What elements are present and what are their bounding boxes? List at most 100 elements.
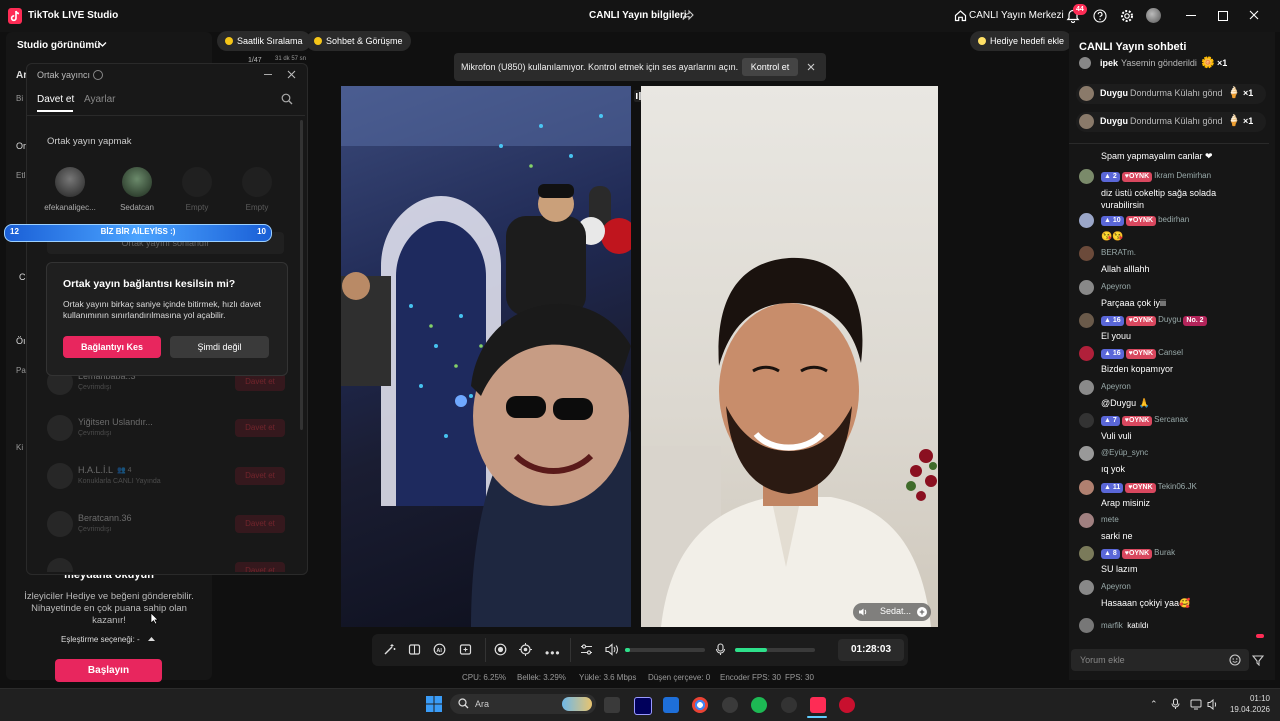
close-icon[interactable] [1249, 10, 1259, 20]
tray-volume-icon[interactable] [1207, 699, 1219, 710]
search-icon[interactable] [281, 93, 293, 105]
check-button[interactable]: Kontrol et [742, 58, 798, 76]
close-panel-icon[interactable] [287, 70, 296, 79]
empty-user-icon [182, 167, 212, 197]
chevron-up-icon[interactable] [148, 636, 155, 642]
speaker-icon[interactable] [858, 607, 868, 617]
invite-button[interactable]: Davet et [235, 419, 285, 437]
mic-level-meter[interactable] [735, 648, 815, 652]
list-item[interactable]: Davet et [47, 558, 287, 572]
comment-input[interactable]: Yorum ekle [1071, 649, 1249, 671]
info-icon[interactable] [93, 70, 103, 80]
level-badge: ▲ 10 [1101, 216, 1124, 226]
chat-message: ▲ 16 ♥OYNK Duygu No. 2 El youu [1079, 313, 1269, 343]
steam-icon[interactable] [781, 697, 797, 713]
list-status: Konuklarla CANLI Yayında [78, 478, 161, 485]
list-item[interactable]: Yiğitsen Uslandır... Çevrimdışı Davet et [47, 415, 287, 441]
network-icon[interactable] [1190, 699, 1202, 710]
level-badge: ▲ 8 [1101, 549, 1120, 559]
chat-message: Apeyron Parçaaa çok iyiii [1079, 280, 1269, 310]
after-effects-icon[interactable] [634, 697, 652, 715]
media-player-icon[interactable] [839, 697, 855, 713]
guest-slot[interactable]: efekanaligec... [44, 167, 96, 212]
start-button[interactable]: Başlayın [55, 659, 162, 682]
chat-username: bedirhan [1158, 215, 1190, 224]
not-now-button[interactable]: Şimdi değil [170, 336, 269, 358]
ai-icon[interactable]: AI [433, 643, 446, 656]
disconnect-button[interactable]: Bağlantıyı Kes [63, 336, 161, 358]
scrollbar[interactable] [300, 120, 303, 430]
add-source-icon[interactable] [459, 643, 472, 656]
emoji-icon[interactable] [1229, 654, 1241, 666]
empty-slot[interactable]: Empty [177, 167, 217, 212]
gear-icon[interactable] [1120, 9, 1134, 23]
invite-button[interactable]: Davet et [235, 515, 285, 533]
volume-icon[interactable] [605, 643, 619, 656]
mixer-icon[interactable] [580, 643, 593, 656]
level-value: 16 [1112, 350, 1121, 357]
send-icon[interactable] [1252, 655, 1264, 666]
gift-count: ×1 [1217, 58, 1228, 68]
chat-message-text: @Duygu 🙏 [1101, 398, 1150, 408]
list-item[interactable]: H.A.L.İ.L 👥 4 Konuklarla CANLI Yayında D… [47, 463, 287, 489]
tab-settings[interactable]: Ayarlar [84, 94, 116, 105]
guest-slot[interactable]: Sedatcan [117, 167, 157, 212]
tiktok-studio-icon[interactable] [810, 697, 826, 713]
home-icon[interactable] [954, 9, 967, 22]
fan-club-badge: ♥OYNK [1121, 416, 1153, 426]
fan-club-badge: ♥OYNK [1125, 216, 1157, 226]
target-icon[interactable] [519, 643, 532, 656]
avatar [1079, 346, 1094, 361]
invite-button[interactable]: Davet et [235, 562, 285, 572]
chat-message: Apeyron Hasaaan çokiyi yaa🥰 [1079, 580, 1269, 610]
minimize-icon[interactable] [1186, 15, 1196, 16]
match-option-label[interactable]: Eşleştirme seçeneği: - [61, 635, 140, 644]
toast-close-icon[interactable] [807, 63, 815, 71]
studio-view-selector[interactable]: Studio görünümü [17, 40, 100, 51]
live-info-title[interactable]: CANLI Yayın bilgileri [589, 10, 687, 21]
windows-start-icon[interactable] [426, 696, 442, 712]
microphone-icon[interactable] [715, 643, 726, 656]
empty-slot[interactable]: Empty [237, 167, 277, 212]
spotify-icon[interactable] [751, 697, 767, 713]
hourly-ranking-pill[interactable]: Saatlik Sıralama [217, 31, 311, 51]
host-video-feed[interactable] [341, 86, 638, 627]
layout-icon[interactable] [408, 643, 421, 656]
record-icon[interactable] [494, 643, 507, 656]
live-center-button[interactable]: CANLI Yayın Merkezi [969, 10, 1064, 21]
chat-username: Apeyron [1101, 282, 1131, 291]
guest-video-feed[interactable]: Sedat... + [641, 86, 938, 627]
ice-cream-gift-icon: 🍦 [1227, 115, 1241, 127]
minimize-panel-icon[interactable] [264, 74, 272, 75]
magic-wand-icon[interactable] [383, 643, 396, 656]
share-icon[interactable] [682, 9, 694, 21]
taskbar-search[interactable]: Ara [450, 694, 596, 714]
task-view-icon[interactable] [604, 697, 620, 713]
gift-goal-pill[interactable]: Hediye hedefi ekle [970, 31, 1073, 51]
chevron-down-icon[interactable] [98, 41, 107, 48]
outlook-icon[interactable] [663, 697, 679, 713]
tab-invite[interactable]: Davet et [37, 94, 74, 105]
chrome-icon[interactable] [692, 697, 708, 713]
invite-button[interactable]: Davet et [235, 467, 285, 485]
maximize-icon[interactable] [1218, 11, 1228, 21]
notification-badge: 44 [1073, 4, 1087, 15]
chat-message-header: ▲ 10 ♥OYNK bedirhan [1101, 215, 1189, 226]
volume-slider[interactable] [625, 648, 705, 652]
chat-message-header: Apeyron [1101, 382, 1131, 391]
list-item[interactable]: Beratcann.36 Çevrimdışı Davet et [47, 511, 287, 537]
live-timer: 01:28:03 [838, 639, 904, 661]
chat-talk-pill[interactable]: Sohbet & Görüşme [306, 31, 411, 51]
tray-chevron-up-icon[interactable]: ⌃ [1150, 699, 1158, 710]
help-icon[interactable] [1093, 9, 1107, 23]
encoder-fps-stat: Encoder FPS: 30 [720, 673, 781, 682]
avatar [1079, 86, 1094, 101]
more-icon[interactable]: ••• [545, 646, 561, 660]
add-icon[interactable]: + [917, 607, 927, 617]
profile-avatar[interactable] [1146, 8, 1161, 23]
tray-microphone-icon[interactable] [1171, 698, 1180, 710]
chat-message-header: mete [1101, 515, 1119, 524]
settings-app-icon[interactable] [722, 697, 738, 713]
divider [1069, 143, 1269, 144]
svg-text:AI: AI [436, 648, 442, 654]
